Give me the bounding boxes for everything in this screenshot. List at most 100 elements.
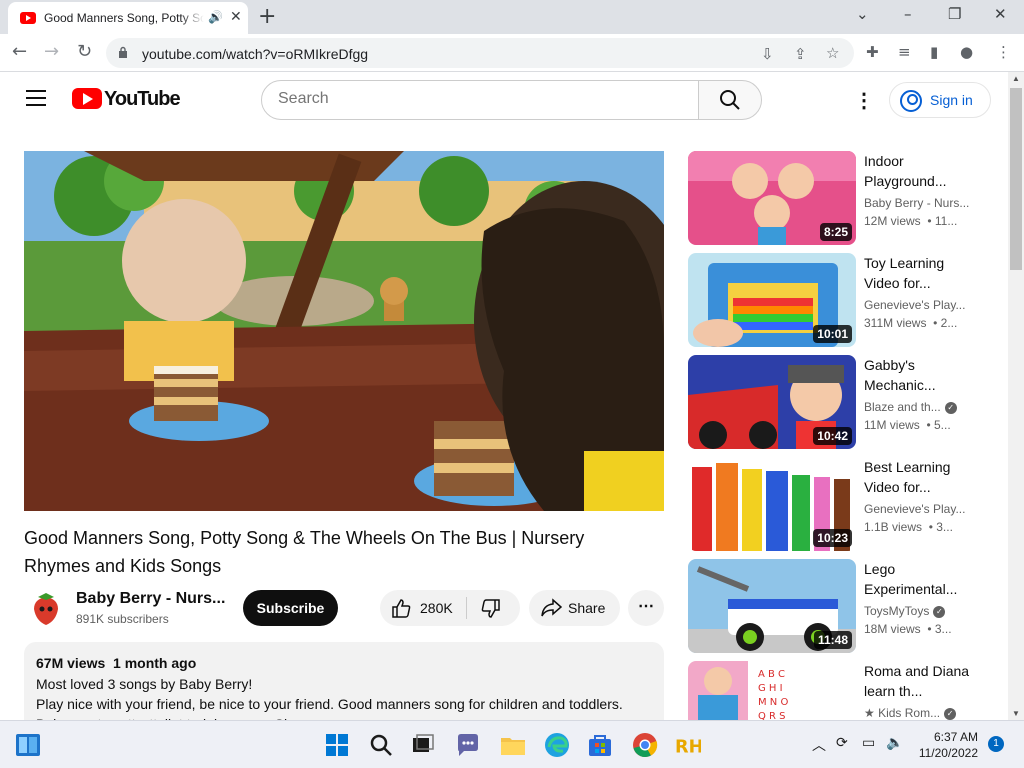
description-line: Play nice with your friend, be nice to y… <box>36 696 623 712</box>
recommended-title[interactable]: Lego Experimental... <box>864 559 974 599</box>
lock-icon[interactable] <box>118 46 128 58</box>
windows-start-icon[interactable] <box>323 731 351 759</box>
recommended-views: 311M views • 2... <box>864 316 958 330</box>
recommended-channel[interactable]: Baby Berry - Nurs... <box>864 196 969 210</box>
chrome-menu-icon[interactable]: ⋮ <box>996 43 1011 61</box>
recommended-channel[interactable]: Blaze and th... ✓ <box>864 400 957 414</box>
youtube-favicon-icon <box>20 12 36 24</box>
search-icon[interactable] <box>367 731 395 759</box>
close-tab-icon[interactable]: ✕ <box>230 8 242 25</box>
dislike-thumb-down-icon[interactable] <box>480 598 502 620</box>
video-duration: 11:48 <box>813 631 852 649</box>
recommended-title[interactable]: Toy Learning Video for... <box>864 253 974 293</box>
search-input[interactable] <box>278 90 678 108</box>
show-hidden-icons-chevron-icon[interactable]: ︿ <box>812 735 826 755</box>
more-actions-icon[interactable]: ⋯ <box>628 590 664 626</box>
recommended-video[interactable]: 8:25 Indoor Playground... Baby Berry - N… <box>688 151 988 245</box>
subscribe-button[interactable]: Subscribe <box>243 590 338 626</box>
video-thumbnail[interactable]: A B C G H I M N O Q R S <box>688 661 856 720</box>
description-box[interactable]: 67M views 1 month ago Most loved 3 songs… <box>24 642 664 732</box>
browser-toolbar: ← → ↻ youtube.com/watch?v=oRMIkreDfgg ⇩ … <box>0 34 1024 72</box>
sign-in-button[interactable]: Sign in <box>889 82 991 118</box>
chrome-browser-icon[interactable] <box>631 731 659 759</box>
reload-icon[interactable]: ↻ <box>77 41 92 62</box>
youtube-play-logo-icon <box>72 88 102 109</box>
windows-taskbar: RH ︿ ⟳ ▭ 🔈 6:37 AM 11/20/2022 1 <box>0 720 1024 768</box>
clock-date: 11/20/2022 <box>918 746 978 760</box>
profile-icon[interactable]: ● <box>960 43 973 61</box>
side-panel-icon[interactable]: ▮ <box>930 43 938 61</box>
scroll-up-icon[interactable]: ▲ <box>1012 74 1020 83</box>
sync-status-icon[interactable]: ⟳ <box>836 735 848 751</box>
share-page-icon[interactable]: ⇪ <box>794 45 807 63</box>
recommended-channel[interactable]: Genevieve's Play... <box>864 298 965 312</box>
like-count: 280K <box>420 600 453 616</box>
recommended-channel[interactable]: Genevieve's Play... <box>864 502 965 516</box>
install-app-icon[interactable]: ⇩ <box>761 45 774 63</box>
media-controls-icon[interactable]: ≡ <box>898 43 911 61</box>
bookmark-star-icon[interactable]: ☆ <box>826 44 839 62</box>
network-icon[interactable]: ▭ <box>862 735 875 751</box>
recommended-video[interactable]: 10:01 Toy Learning Video for... Geneviev… <box>688 253 988 347</box>
recommended-channel[interactable]: ★ Kids Rom... ✓ <box>864 706 957 720</box>
search-box[interactable] <box>261 80 699 120</box>
video-duration: 10:42 <box>813 427 852 445</box>
file-explorer-icon[interactable] <box>499 731 527 759</box>
extensions-icon[interactable]: ✚ <box>866 43 879 61</box>
recommended-video[interactable]: A B C G H I M N O Q R S Roma and Diana lear… <box>688 661 988 720</box>
back-icon[interactable]: ← <box>12 41 27 62</box>
browser-tab[interactable]: Good Manners Song, Potty Song & The Whee… <box>8 2 248 34</box>
edge-browser-icon[interactable] <box>543 731 571 759</box>
verified-check-icon: ✓ <box>944 401 957 414</box>
settings-kebab-icon[interactable]: ⋮ <box>854 88 874 113</box>
channel-name[interactable]: Baby Berry - Nurs... <box>76 590 225 608</box>
like-thumb-up-icon[interactable] <box>390 597 412 619</box>
page-scrollbar[interactable]: ▲ ▼ <box>1008 72 1024 720</box>
recommended-title[interactable]: Indoor Playground... <box>864 151 974 191</box>
video-thumbnail[interactable]: 10:42 <box>688 355 856 449</box>
recommended-views: 12M views • 11... <box>864 214 958 228</box>
recommended-title[interactable]: Best Learning Video for... <box>864 457 974 497</box>
video-thumbnail[interactable]: 10:23 <box>688 457 856 551</box>
forward-icon[interactable]: → <box>44 41 59 62</box>
video-thumbnail[interactable]: 8:25 <box>688 151 856 245</box>
search-button[interactable] <box>698 80 762 120</box>
tab-search-chevron-icon[interactable]: ⌄ <box>856 5 869 23</box>
new-tab-icon[interactable]: + <box>258 4 276 29</box>
microsoft-store-icon[interactable] <box>586 731 614 759</box>
teams-chat-icon[interactable] <box>454 731 482 759</box>
notification-badge[interactable]: 1 <box>988 736 1004 752</box>
system-clock[interactable]: 6:37 AM 11/20/2022 <box>918 729 978 761</box>
svg-text:Q R S: Q R S <box>758 711 786 720</box>
audio-playing-icon[interactable]: 🔊 <box>208 10 223 24</box>
recommended-title[interactable]: Gabby's Mechanic... <box>864 355 974 395</box>
channel-avatar[interactable] <box>26 587 66 627</box>
video-thumbnail[interactable]: 11:48 <box>688 559 856 653</box>
hamburger-menu-icon[interactable] <box>26 90 46 106</box>
close-window-icon[interactable]: ✕ <box>994 5 1007 23</box>
task-view-icon[interactable] <box>409 731 437 759</box>
share-button[interactable]: Share <box>529 590 620 626</box>
widgets-icon[interactable] <box>14 731 42 759</box>
recommended-channel[interactable]: ToysMyToys ✓ <box>864 604 946 618</box>
address-bar[interactable]: youtube.com/watch?v=oRMIkreDfgg ⇩ ⇪ ☆ <box>106 38 854 68</box>
video-player[interactable] <box>24 151 664 511</box>
scrollbar-thumb[interactable] <box>1010 88 1022 270</box>
rh-app-icon[interactable]: RH <box>675 731 701 759</box>
recommended-video[interactable]: 10:23 Best Learning Video for... Genevie… <box>688 457 988 551</box>
search-icon <box>720 90 740 110</box>
restore-icon[interactable]: ❐ <box>948 5 961 23</box>
recommended-title[interactable]: Roma and Diana learn th... <box>864 661 974 701</box>
video-thumbnail[interactable]: 10:01 <box>688 253 856 347</box>
logo-text: YouTube <box>104 88 181 110</box>
recommended-video[interactable]: 10:42 Gabby's Mechanic... Blaze and th..… <box>688 355 988 449</box>
svg-text:M N O: M N O <box>758 697 788 708</box>
account-icon <box>900 90 922 112</box>
minimize-icon[interactable]: – <box>904 5 912 23</box>
like-dislike-bar: 280K <box>380 590 520 626</box>
volume-icon[interactable]: 🔈 <box>886 735 903 751</box>
video-duration: 10:23 <box>813 529 852 547</box>
scroll-down-icon[interactable]: ▼ <box>1012 709 1020 718</box>
recommended-video[interactable]: 11:48 Lego Experimental... ToysMyToys ✓ 1… <box>688 559 988 653</box>
tab-title: Good Manners Song, Potty Song & The Whee… <box>44 11 204 25</box>
